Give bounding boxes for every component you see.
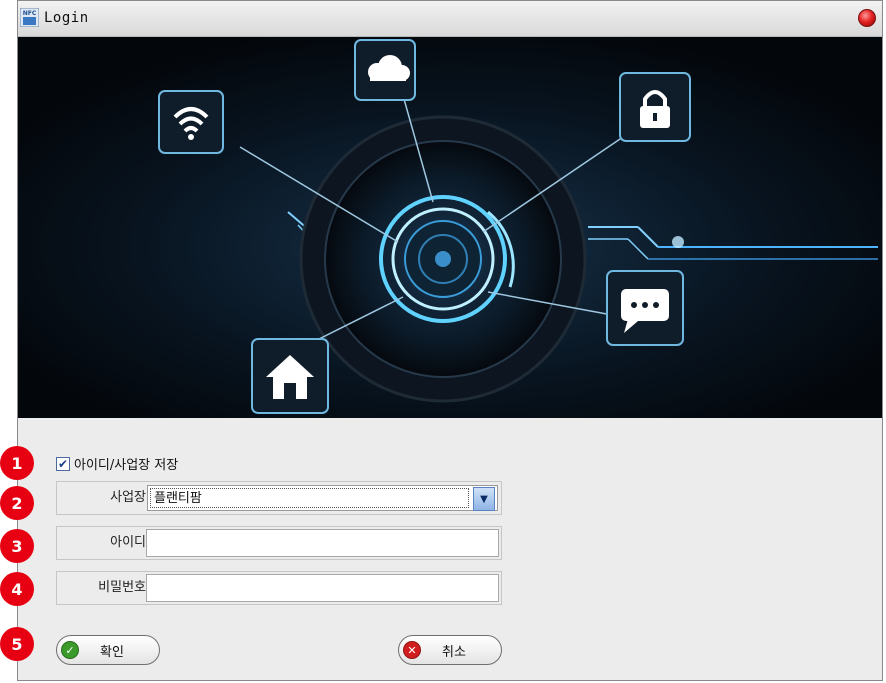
login-form: ✔ 아이디/사업장 저장 사업장 플랜티팜 ▼ 아이디 비밀번호 ✓ 확인 ✕ … [18,418,882,680]
lock-icon [619,72,691,142]
cloud-icon [354,39,416,101]
user-id-input[interactable] [146,529,499,557]
password-input[interactable] [146,574,499,602]
login-window: NFC Login ✔ 아이디/사업장 저장 사업장 플랜티팜 ▼ 아이디 비밀… [17,0,883,681]
remember-label: 아이디/사업장 저장 [74,458,179,473]
user-id-label: 아이디 [110,535,146,550]
remember-checkbox[interactable]: ✔ [56,456,70,471]
site-select-value: 플랜티팜 [150,488,469,508]
check-icon: ✓ [61,641,79,659]
step-badge-2: 2 [0,486,34,520]
site-label: 사업장 [110,490,146,505]
dropdown-arrow-icon[interactable]: ▼ [473,487,495,511]
remember-checkbox-row[interactable]: ✔ 아이디/사업장 저장 [56,454,178,473]
ok-button[interactable]: ✓ 확인 [56,635,160,665]
password-row: 비밀번호 [56,571,502,605]
ok-button-label: 확인 [100,644,124,660]
user-id-row: 아이디 [56,526,502,560]
step-badge-1: 1 [0,446,34,480]
window-title: Login [44,10,89,26]
svg-text:NFC: NFC [23,10,37,17]
title-bar[interactable]: NFC Login [18,1,882,37]
password-label: 비밀번호 [98,580,146,595]
banner-illustration [18,37,882,418]
central-lens [299,115,587,403]
x-icon: ✕ [403,641,421,659]
iot-banner-image [18,37,882,418]
site-row: 사업장 플랜티팜 ▼ [56,481,502,515]
step-badge-4: 4 [0,572,34,606]
close-icon[interactable] [858,9,876,27]
chat-icon [606,270,684,346]
wifi-icon [158,90,224,154]
step-badge-5: 5 [0,627,34,661]
dropdown-arrow-glyph: ▼ [480,493,488,505]
home-icon [251,338,329,414]
cancel-button-label: 취소 [442,644,466,660]
app-icon: NFC [20,8,39,27]
site-select[interactable]: 플랜티팜 ▼ [147,485,498,511]
cancel-button[interactable]: ✕ 취소 [398,635,502,665]
step-badge-3: 3 [0,529,34,563]
checkmark-icon: ✔ [57,456,69,471]
